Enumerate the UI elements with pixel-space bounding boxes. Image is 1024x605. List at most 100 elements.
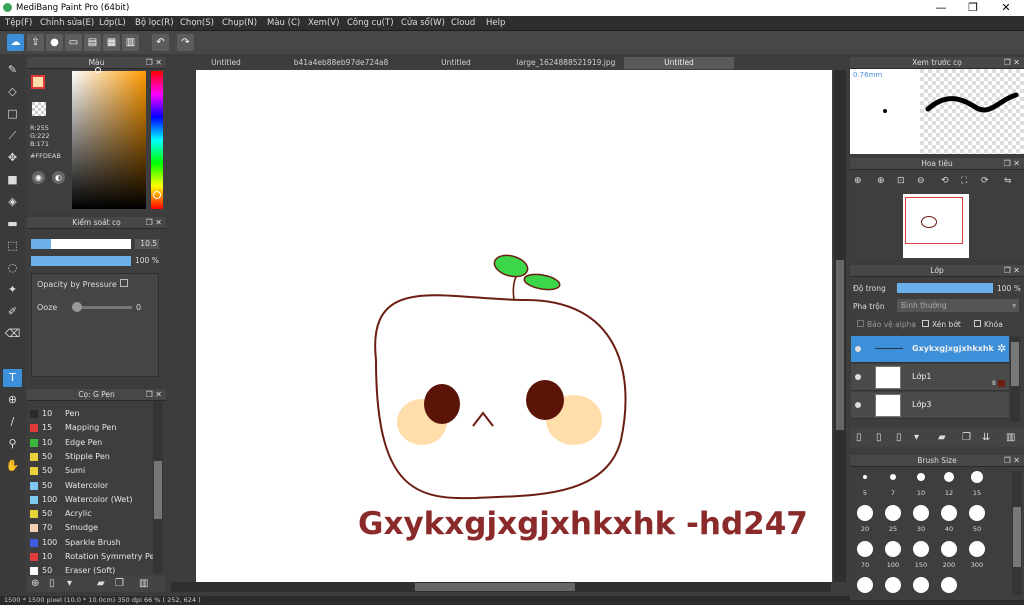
canvas-v-scroll-thumb[interactable] (836, 260, 844, 430)
tab-untitled-2[interactable]: Untitled (421, 57, 491, 69)
new-layer-8bit-icon[interactable]: ▯ (896, 432, 902, 443)
select-pen-tool-icon[interactable]: ✐ (3, 303, 22, 321)
panel-close-icon[interactable]: ❐ ✕ (146, 389, 162, 401)
blend-mode-select[interactable]: Bình thường ▾ (897, 299, 1019, 312)
brush-size-dot[interactable] (913, 505, 929, 521)
zoom-in-alt-icon[interactable]: ⊕ (877, 176, 885, 186)
lasso-tool-icon[interactable]: ◌ (3, 259, 22, 277)
brush-list-item[interactable]: 50 Sumi (27, 464, 153, 478)
brush-size-dot[interactable] (885, 505, 901, 521)
brush-size-dot[interactable] (863, 475, 867, 479)
brush-list-item[interactable]: 50 Watercolor (27, 479, 153, 493)
eye-icon[interactable] (855, 346, 861, 352)
tab-jpg-1[interactable]: b41a4eb88eb97de724a8 (1).jpg (281, 57, 401, 79)
brush-size-slider[interactable] (31, 239, 131, 249)
brush-list-item[interactable]: 50 Eraser (Soft) (27, 564, 153, 576)
brush-list-item[interactable]: 15 Mapping Pen (27, 421, 153, 435)
comment-icon[interactable]: ▭ (65, 34, 82, 51)
menu-snap[interactable]: Chụp(N) (222, 18, 257, 28)
gear-icon[interactable]: ✲ (997, 342, 1006, 355)
menu-color[interactable]: Màu (C) (267, 18, 300, 28)
tab-untitled-1[interactable]: Untitled (191, 57, 261, 69)
menu-window[interactable]: Cửa sổ(W) (401, 18, 445, 28)
hue-slider[interactable] (151, 71, 163, 209)
brush-list-item[interactable]: 100 Watercolor (Wet) (27, 493, 153, 507)
transparent-swatch[interactable] (32, 102, 46, 116)
brush-size-dot[interactable] (971, 471, 983, 483)
lock-checkbox[interactable] (974, 320, 981, 327)
tab-jpg-2[interactable]: large_1624888521919.jpg (511, 57, 621, 69)
canvas-v-scrollbar[interactable] (834, 70, 846, 582)
panel-close-icon[interactable]: ❐ ✕ (1004, 265, 1020, 277)
brush-list-item[interactable]: 50 Acrylic (27, 507, 153, 521)
panel-close-icon[interactable]: ❐ ✕ (146, 57, 162, 69)
select-eraser-tool-icon[interactable]: ⌫ (3, 325, 22, 343)
palette-icon[interactable]: ◉ (32, 171, 45, 184)
duplicate-layer-icon[interactable]: ❐ (962, 432, 971, 443)
brush-size-dot[interactable] (913, 577, 929, 593)
brush-list-item[interactable]: 70 Smudge (27, 521, 153, 535)
zoom-out-icon[interactable]: ⊖ (917, 176, 925, 186)
new-layer-halftone-icon[interactable]: ▯ (876, 432, 882, 443)
brush-size-dot[interactable] (913, 541, 929, 557)
brush-size-scroll-thumb[interactable] (1013, 507, 1021, 567)
operation-tool-icon[interactable]: ⊕ (3, 391, 22, 409)
brush-list-item[interactable]: 100 Sparkle Brush (27, 536, 153, 550)
color-picker-cursor[interactable] (95, 67, 101, 73)
brush-size-value[interactable]: 10.5 (135, 239, 159, 249)
line-tool-icon[interactable]: ⟋ (3, 127, 22, 145)
add-layer-menu-icon[interactable]: ▾ (914, 432, 919, 443)
brush-size-dot[interactable] (890, 474, 896, 480)
brush-size-scrollbar[interactable] (1012, 471, 1022, 595)
select-rect-tool-icon[interactable]: ⬚ (3, 237, 22, 255)
new-brush-icon[interactable]: ▯ (49, 578, 55, 589)
brush-list-scrollbar[interactable] (153, 401, 163, 573)
clip-checkbox[interactable] (922, 320, 929, 327)
folder-icon[interactable]: ▰ (97, 578, 105, 589)
cloud-icon[interactable]: ☁ (7, 34, 24, 51)
navigator-thumbnail[interactable] (903, 194, 969, 258)
foreground-color-swatch[interactable] (31, 75, 45, 89)
text-tool-icon[interactable]: T (3, 369, 22, 387)
menu-select[interactable]: Chọn(S) (180, 18, 214, 28)
brush-size-dot[interactable] (941, 505, 957, 521)
opacity-pressure-checkbox[interactable] (120, 279, 128, 287)
color-wheel-icon[interactable]: ◐ (52, 171, 65, 184)
ooze-slider-handle[interactable] (72, 302, 82, 312)
brush-list-item[interactable]: 50 Stipple Pen (27, 450, 153, 464)
brush-list-scroll-thumb[interactable] (154, 461, 162, 519)
magic-wand-tool-icon[interactable]: ✦ (3, 281, 22, 299)
protect-alpha-checkbox[interactable] (857, 320, 864, 327)
panel-close-icon[interactable]: ❐ ✕ (146, 217, 162, 229)
divide-tool-icon[interactable]: / (3, 413, 22, 431)
flip-icon[interactable]: ⇋ (1004, 176, 1012, 186)
zoom-in-icon[interactable]: ⊕ (854, 176, 862, 186)
maximize-button[interactable]: ❐ (958, 1, 988, 15)
brush-list-item[interactable]: 10 Pen (27, 407, 153, 421)
brush-size-dot[interactable] (857, 577, 873, 593)
brush-list-item[interactable]: 10 Edge Pen (27, 436, 153, 450)
canvas-paper[interactable]: Gxykxgjxgjxhkxhk -hd247 (196, 70, 832, 582)
brush-size-dot[interactable] (857, 541, 873, 557)
eye-icon[interactable] (855, 402, 861, 408)
brush-size-dot[interactable] (941, 577, 957, 593)
close-button[interactable]: ✕ (991, 1, 1021, 15)
hue-slider-handle[interactable] (153, 191, 161, 199)
fill-rect-tool-icon[interactable]: ■ (3, 171, 22, 189)
saturation-value-picker[interactable] (72, 71, 146, 209)
brush-size-dot[interactable] (969, 541, 985, 557)
undo-icon[interactable]: ↶ (152, 34, 169, 51)
layer-folder-icon[interactable]: ▰ (938, 432, 946, 443)
layer-row-1[interactable]: Lớp1 8 (851, 364, 1009, 391)
gradient-tool-icon[interactable]: ▬ (3, 215, 22, 233)
eraser-tool-icon[interactable]: ◇ (3, 83, 22, 101)
brush-tool-icon[interactable]: ✎ (3, 61, 22, 79)
layer-opacity-slider[interactable] (897, 283, 993, 293)
upload-icon[interactable]: ⇪ (27, 34, 44, 51)
redo-icon[interactable]: ↷ (177, 34, 194, 51)
brush-size-dot[interactable] (857, 505, 873, 521)
page-icon[interactable]: ▤ (84, 34, 101, 51)
layers-scrollbar[interactable] (1010, 336, 1020, 422)
panel-close-icon[interactable]: ❐ ✕ (1004, 158, 1020, 170)
menu-edit[interactable]: Chỉnh sửa(E) (40, 18, 94, 28)
